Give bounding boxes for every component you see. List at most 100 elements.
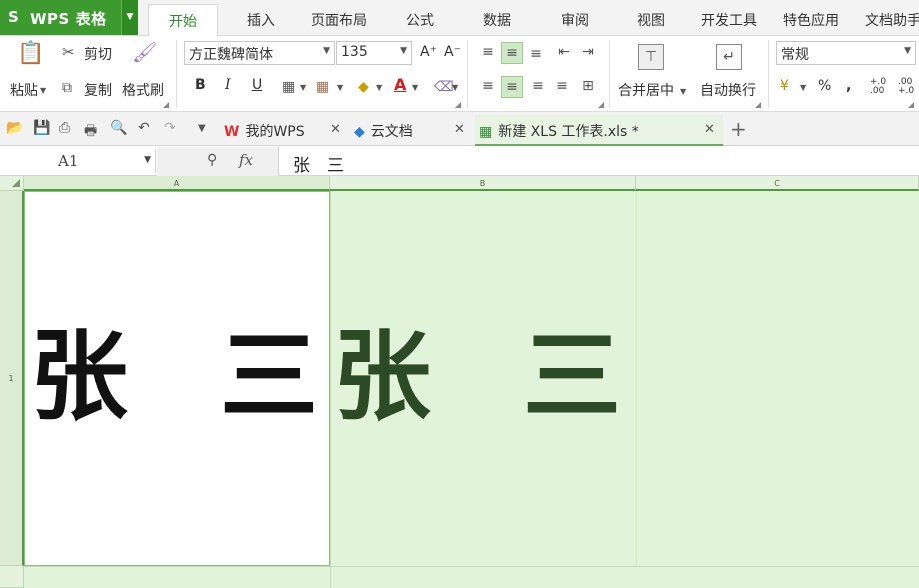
percent-button[interactable]: % [818,78,831,94]
copy-button[interactable]: 复制 [84,80,112,100]
cell-a1-text: 张 三 [30,328,318,426]
align-left-icon[interactable]: ≡ [478,76,498,96]
doc-tab-label: 我的WPS [245,124,305,140]
tab-page-layout[interactable]: 页面布局 [311,10,367,30]
borders-icon[interactable]: ▦ [282,77,295,97]
select-all-corner[interactable] [0,176,24,191]
tab-insert[interactable]: 插入 [247,10,275,30]
close-icon[interactable]: ✕ [454,122,465,137]
cell-style-icon[interactable]: ▦ [316,77,329,97]
spreadsheet-file-icon: ▦ [479,124,493,140]
paste-icon[interactable]: 📋 [14,43,48,72]
tab-doc-assistant[interactable]: 文档助手 [865,10,919,30]
formula-bar: A1 ▼ ⚲ fx 张 三 [0,147,919,176]
decrease-decimal-button[interactable]: .00 +.0 [898,78,918,96]
scissors-icon[interactable]: ✂ [62,42,75,62]
tab-special[interactable]: 特色应用 [783,10,839,30]
increase-decimal-button[interactable]: +.0 .00 [870,78,890,96]
zoom-icon[interactable]: ⚲ [207,152,217,168]
customize-dropdown-icon[interactable]: ▼ [198,123,206,134]
font-launcher-icon[interactable]: ◢ [455,100,461,109]
quick-access-bar: 📂 💾 ⎙ 🖶 🔍 ↶ ↷ ▼ W 我的WPS ✕ ◆ 云文档 ✕ ▦ 新建 XLS … [0,112,919,146]
borders-dropdown-icon[interactable]: ▼ [300,78,306,98]
print-preview-icon[interactable]: 🔍 [110,120,127,136]
open-icon[interactable]: 📂 [6,120,23,136]
doc-tab-my-wps[interactable]: W 我的WPS ✕ [224,115,348,146]
number-launcher-icon[interactable]: ◢ [908,100,914,109]
formula-input[interactable]: 张 三 [293,151,344,176]
wrap-text-icon[interactable]: ↵ [716,44,742,70]
name-box[interactable]: A1 ▼ [0,149,156,173]
paste-dropdown-icon[interactable]: ▼ [40,81,46,101]
justify-icon[interactable]: ≡ [552,76,572,96]
tab-developer[interactable]: 开发工具 [701,10,757,30]
chevron-down-icon: ▼ [400,46,407,56]
merge-dropdown-icon[interactable]: ▼ [680,82,686,102]
wps-logo-icon: S [8,8,19,26]
font-size-select[interactable]: 135 ▼ [336,41,412,65]
currency-dropdown-icon[interactable]: ▼ [800,78,806,98]
tab-review[interactable]: 审阅 [561,10,589,30]
app-menu-dropdown-icon[interactable]: ▼ [121,0,138,35]
decrease-indent-icon[interactable]: ⇤ [554,42,574,62]
tab-formulas[interactable]: 公式 [406,10,434,30]
wrap-text-button[interactable]: 自动换行 [700,80,756,100]
tab-data[interactable]: 数据 [483,10,511,30]
save-icon[interactable]: 💾 [33,120,50,136]
font-size-value: 135 [341,44,368,60]
font-name-select[interactable]: 方正魏碑简体 ▼ [184,41,335,65]
fill-color-icon[interactable]: ◆ [358,77,369,97]
doc-tab-cloud[interactable]: ◆ 云文档 ✕ [354,115,470,146]
align-center-icon[interactable]: ≡ [501,76,523,98]
align-middle-icon[interactable]: ≡ [501,42,523,64]
insert-function-button[interactable]: fx [239,151,253,169]
copy-icon[interactable]: ⧉ [62,78,72,98]
tab-home[interactable]: 开始 [148,4,218,36]
doc-tab-active[interactable]: ▦ 新建 XLS 工作表.xls * ✕ [475,115,723,146]
export-pdf-icon[interactable]: ⎙ [59,120,70,136]
italic-button[interactable]: I [225,77,231,93]
column-header-b[interactable]: B [330,176,636,191]
shrink-font-button[interactable]: A⁻ [444,44,461,60]
bold-button[interactable]: B [195,77,206,93]
align-bottom-icon[interactable]: ≡ [526,44,546,64]
clear-format-dropdown-icon[interactable]: ▼ [452,78,458,98]
row-header-1[interactable]: 1 [0,191,24,566]
print-icon[interactable]: 🖶 [84,120,97,144]
column-header-c[interactable]: C [636,176,919,191]
comma-button[interactable]: , [846,78,851,94]
undo-icon[interactable]: ↶ [138,120,150,136]
alignment-launcher-icon[interactable]: ◢ [598,100,604,109]
paste-button[interactable]: 粘贴 [10,80,38,100]
cut-button[interactable]: 剪切 [84,44,112,64]
font-color-icon[interactable]: A [394,75,406,95]
font-color-dropdown-icon[interactable]: ▼ [412,78,418,98]
format-painter-button[interactable]: 格式刷 [122,80,164,100]
cell-style-dropdown-icon[interactable]: ▼ [337,78,343,98]
underline-button[interactable]: U [252,77,262,93]
chevron-down-icon: ▼ [904,46,911,56]
new-tab-icon[interactable]: + [730,117,747,141]
close-icon[interactable]: ✕ [704,122,715,137]
grow-font-button[interactable]: A⁺ [420,44,437,60]
increase-indent-icon[interactable]: ⇥ [578,42,598,62]
number-format-select[interactable]: 常规 ▼ [776,41,916,65]
merge-launcher-icon[interactable]: ◢ [755,100,761,109]
merge-center-icon[interactable]: ⊤ [638,44,664,70]
fill-color-dropdown-icon[interactable]: ▼ [376,78,382,98]
app-menu-button[interactable]: S WPS 表格 ▼ [0,0,138,35]
column-header-a[interactable]: A [24,176,330,191]
format-painter-icon[interactable]: 🖌 [132,42,157,70]
tab-view[interactable]: 视图 [637,10,665,30]
redo-icon[interactable]: ↷ [164,120,176,136]
distributed-icon[interactable]: ⊞ [577,76,599,96]
row-header-2[interactable] [0,566,24,588]
align-top-icon[interactable]: ≡ [478,42,498,62]
clipboard-launcher-icon[interactable]: ◢ [163,100,169,109]
clear-format-icon[interactable]: ⌫ [434,77,454,97]
close-icon[interactable]: ✕ [330,122,341,137]
merge-center-button[interactable]: 合并居中 [618,80,674,100]
gridline [24,566,919,567]
align-right-icon[interactable]: ≡ [528,76,548,96]
currency-icon[interactable]: ¥ [780,76,789,96]
